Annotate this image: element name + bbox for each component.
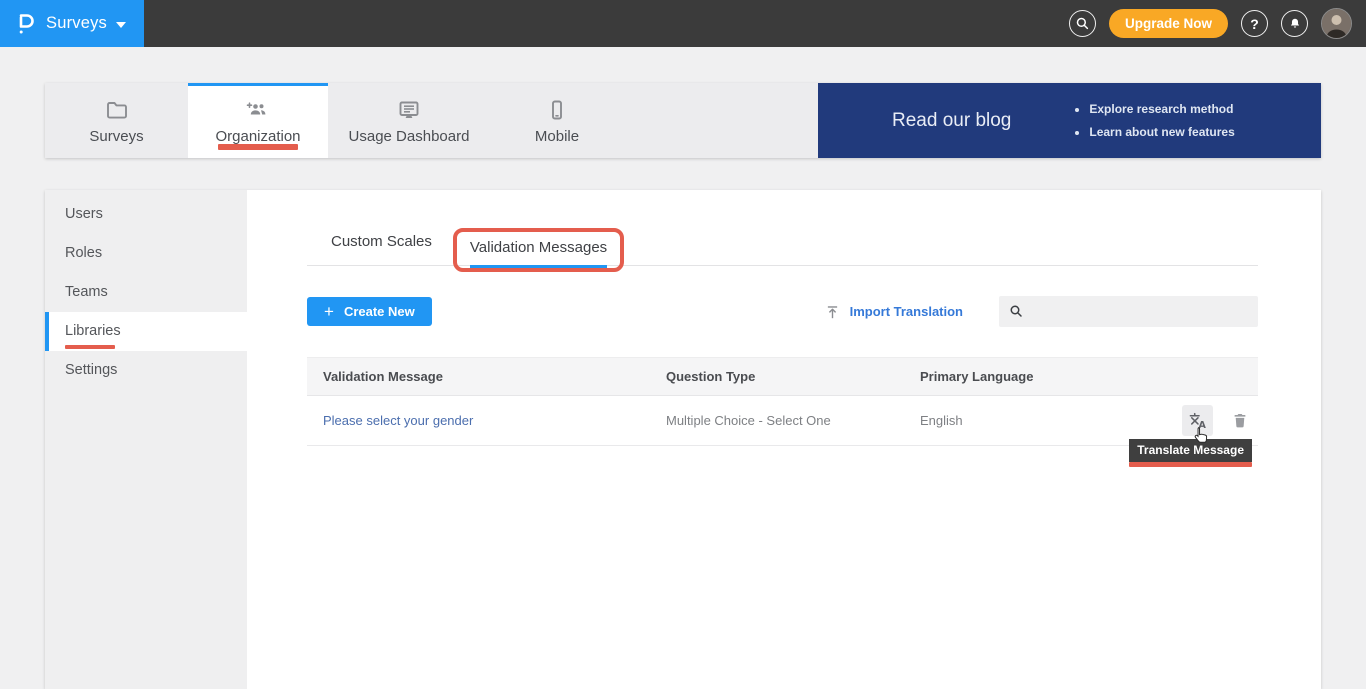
sidebar-item-settings[interactable]: Settings — [45, 351, 247, 390]
help-icon: ? — [1250, 16, 1259, 32]
translate-message-button[interactable]: A — [1182, 405, 1213, 436]
nav-tab-label: Organization — [215, 128, 300, 145]
sidebar-item-label: Teams — [65, 284, 108, 300]
tooltip: Translate Message — [1129, 439, 1252, 467]
upload-icon — [824, 303, 841, 321]
validation-messages-table: Validation Message Question Type Primary… — [307, 357, 1258, 446]
search-input[interactable] — [1032, 304, 1248, 319]
nav-tab-usage-dashboard[interactable]: Usage Dashboard — [328, 83, 490, 158]
avatar[interactable] — [1321, 8, 1352, 39]
primary-language-cell: English — [920, 413, 1182, 428]
column-header-validation-message: Validation Message — [323, 369, 666, 384]
tabs-divider — [307, 265, 1258, 266]
help-button[interactable]: ? — [1241, 10, 1268, 37]
main-card: Users Roles Teams Libraries Settings Cus… — [45, 190, 1321, 689]
toolbar-right: Import Translation — [824, 296, 1258, 327]
sidebar-item-label: Users — [65, 206, 103, 222]
mobile-icon — [546, 99, 568, 121]
annotation-underline-tooltip — [1129, 462, 1252, 467]
annotation-box-validation-messages: Validation Messages — [453, 228, 624, 272]
library-tabs: Custom Scales Validation Messages — [307, 228, 1258, 265]
upgrade-button[interactable]: Upgrade Now — [1109, 9, 1228, 38]
search-icon — [1009, 304, 1024, 319]
table-search-box — [999, 296, 1258, 327]
sidebar-item-libraries[interactable]: Libraries — [45, 312, 247, 351]
nav-tab-label: Mobile — [535, 128, 579, 145]
libraries-content: Custom Scales Validation Messages + Crea… — [247, 190, 1321, 689]
banner-bullet-list: Explore research method Learn about new … — [1073, 98, 1234, 142]
validation-message-link[interactable]: Please select your gender — [323, 413, 666, 428]
hand-cursor-icon — [1192, 426, 1209, 445]
delete-button[interactable] — [1226, 407, 1254, 435]
folder-icon — [105, 99, 129, 121]
search-icon — [1075, 16, 1090, 31]
annotation-underline-libraries — [65, 345, 115, 349]
sidebar-item-label: Settings — [65, 362, 117, 378]
column-header-primary-language: Primary Language — [920, 369, 1258, 384]
sidebar-item-label: Libraries — [65, 323, 121, 339]
search-button[interactable] — [1069, 10, 1096, 37]
bell-icon — [1288, 17, 1302, 31]
banner-title: Read our blog — [892, 110, 1011, 132]
person-add-icon — [245, 99, 271, 121]
banner-bullet: Explore research method — [1089, 98, 1234, 120]
tooltip-label: Translate Message — [1129, 439, 1252, 462]
sidebar-item-users[interactable]: Users — [45, 195, 247, 234]
banner-bullet: Learn about new features — [1089, 121, 1234, 143]
annotation-underline-organization — [218, 144, 298, 150]
nav-tab-organization[interactable]: Organization — [188, 83, 328, 158]
import-translation-link[interactable]: Import Translation — [824, 303, 963, 321]
column-header-question-type: Question Type — [666, 369, 920, 384]
app-title: Surveys — [46, 14, 107, 33]
tab-custom-scales[interactable]: Custom Scales — [331, 233, 432, 265]
create-new-label: Create New — [344, 304, 415, 319]
question-type-cell: Multiple Choice - Select One — [666, 413, 920, 428]
nav-tab-label: Surveys — [89, 128, 143, 145]
dashboard-icon — [397, 99, 421, 121]
settings-sidebar: Users Roles Teams Libraries Settings — [45, 190, 247, 689]
plus-icon: + — [324, 303, 334, 320]
table-header-row: Validation Message Question Type Primary… — [307, 358, 1258, 396]
nav-tab-label: Usage Dashboard — [349, 128, 470, 145]
import-translation-label: Import Translation — [850, 304, 963, 319]
nav-tab-mobile[interactable]: Mobile — [490, 83, 624, 158]
sidebar-item-roles[interactable]: Roles — [45, 234, 247, 273]
chevron-down-icon — [116, 22, 126, 28]
questionpro-logo-icon — [13, 11, 37, 37]
notifications-button[interactable] — [1281, 10, 1308, 37]
row-actions: A — [1182, 396, 1258, 445]
sidebar-item-teams[interactable]: Teams — [45, 273, 247, 312]
primary-nav: Surveys Organization Usage Dashboar — [45, 83, 1321, 158]
nav-tab-surveys[interactable]: Surveys — [45, 83, 188, 158]
toolbar: + Create New Import Translation — [307, 296, 1258, 327]
app-logo-menu[interactable]: Surveys — [0, 0, 144, 47]
tab-validation-messages[interactable]: Validation Messages — [470, 239, 607, 268]
topbar: Surveys Upgrade Now ? — [0, 0, 1366, 47]
sidebar-item-label: Roles — [65, 245, 102, 261]
table-row: Please select your gender Multiple Choic… — [307, 396, 1258, 446]
create-new-button[interactable]: + Create New — [307, 297, 432, 326]
trash-icon — [1231, 411, 1249, 430]
blog-banner[interactable]: Read our blog Explore research method Le… — [818, 83, 1321, 158]
topbar-actions: Upgrade Now ? — [1069, 0, 1352, 47]
